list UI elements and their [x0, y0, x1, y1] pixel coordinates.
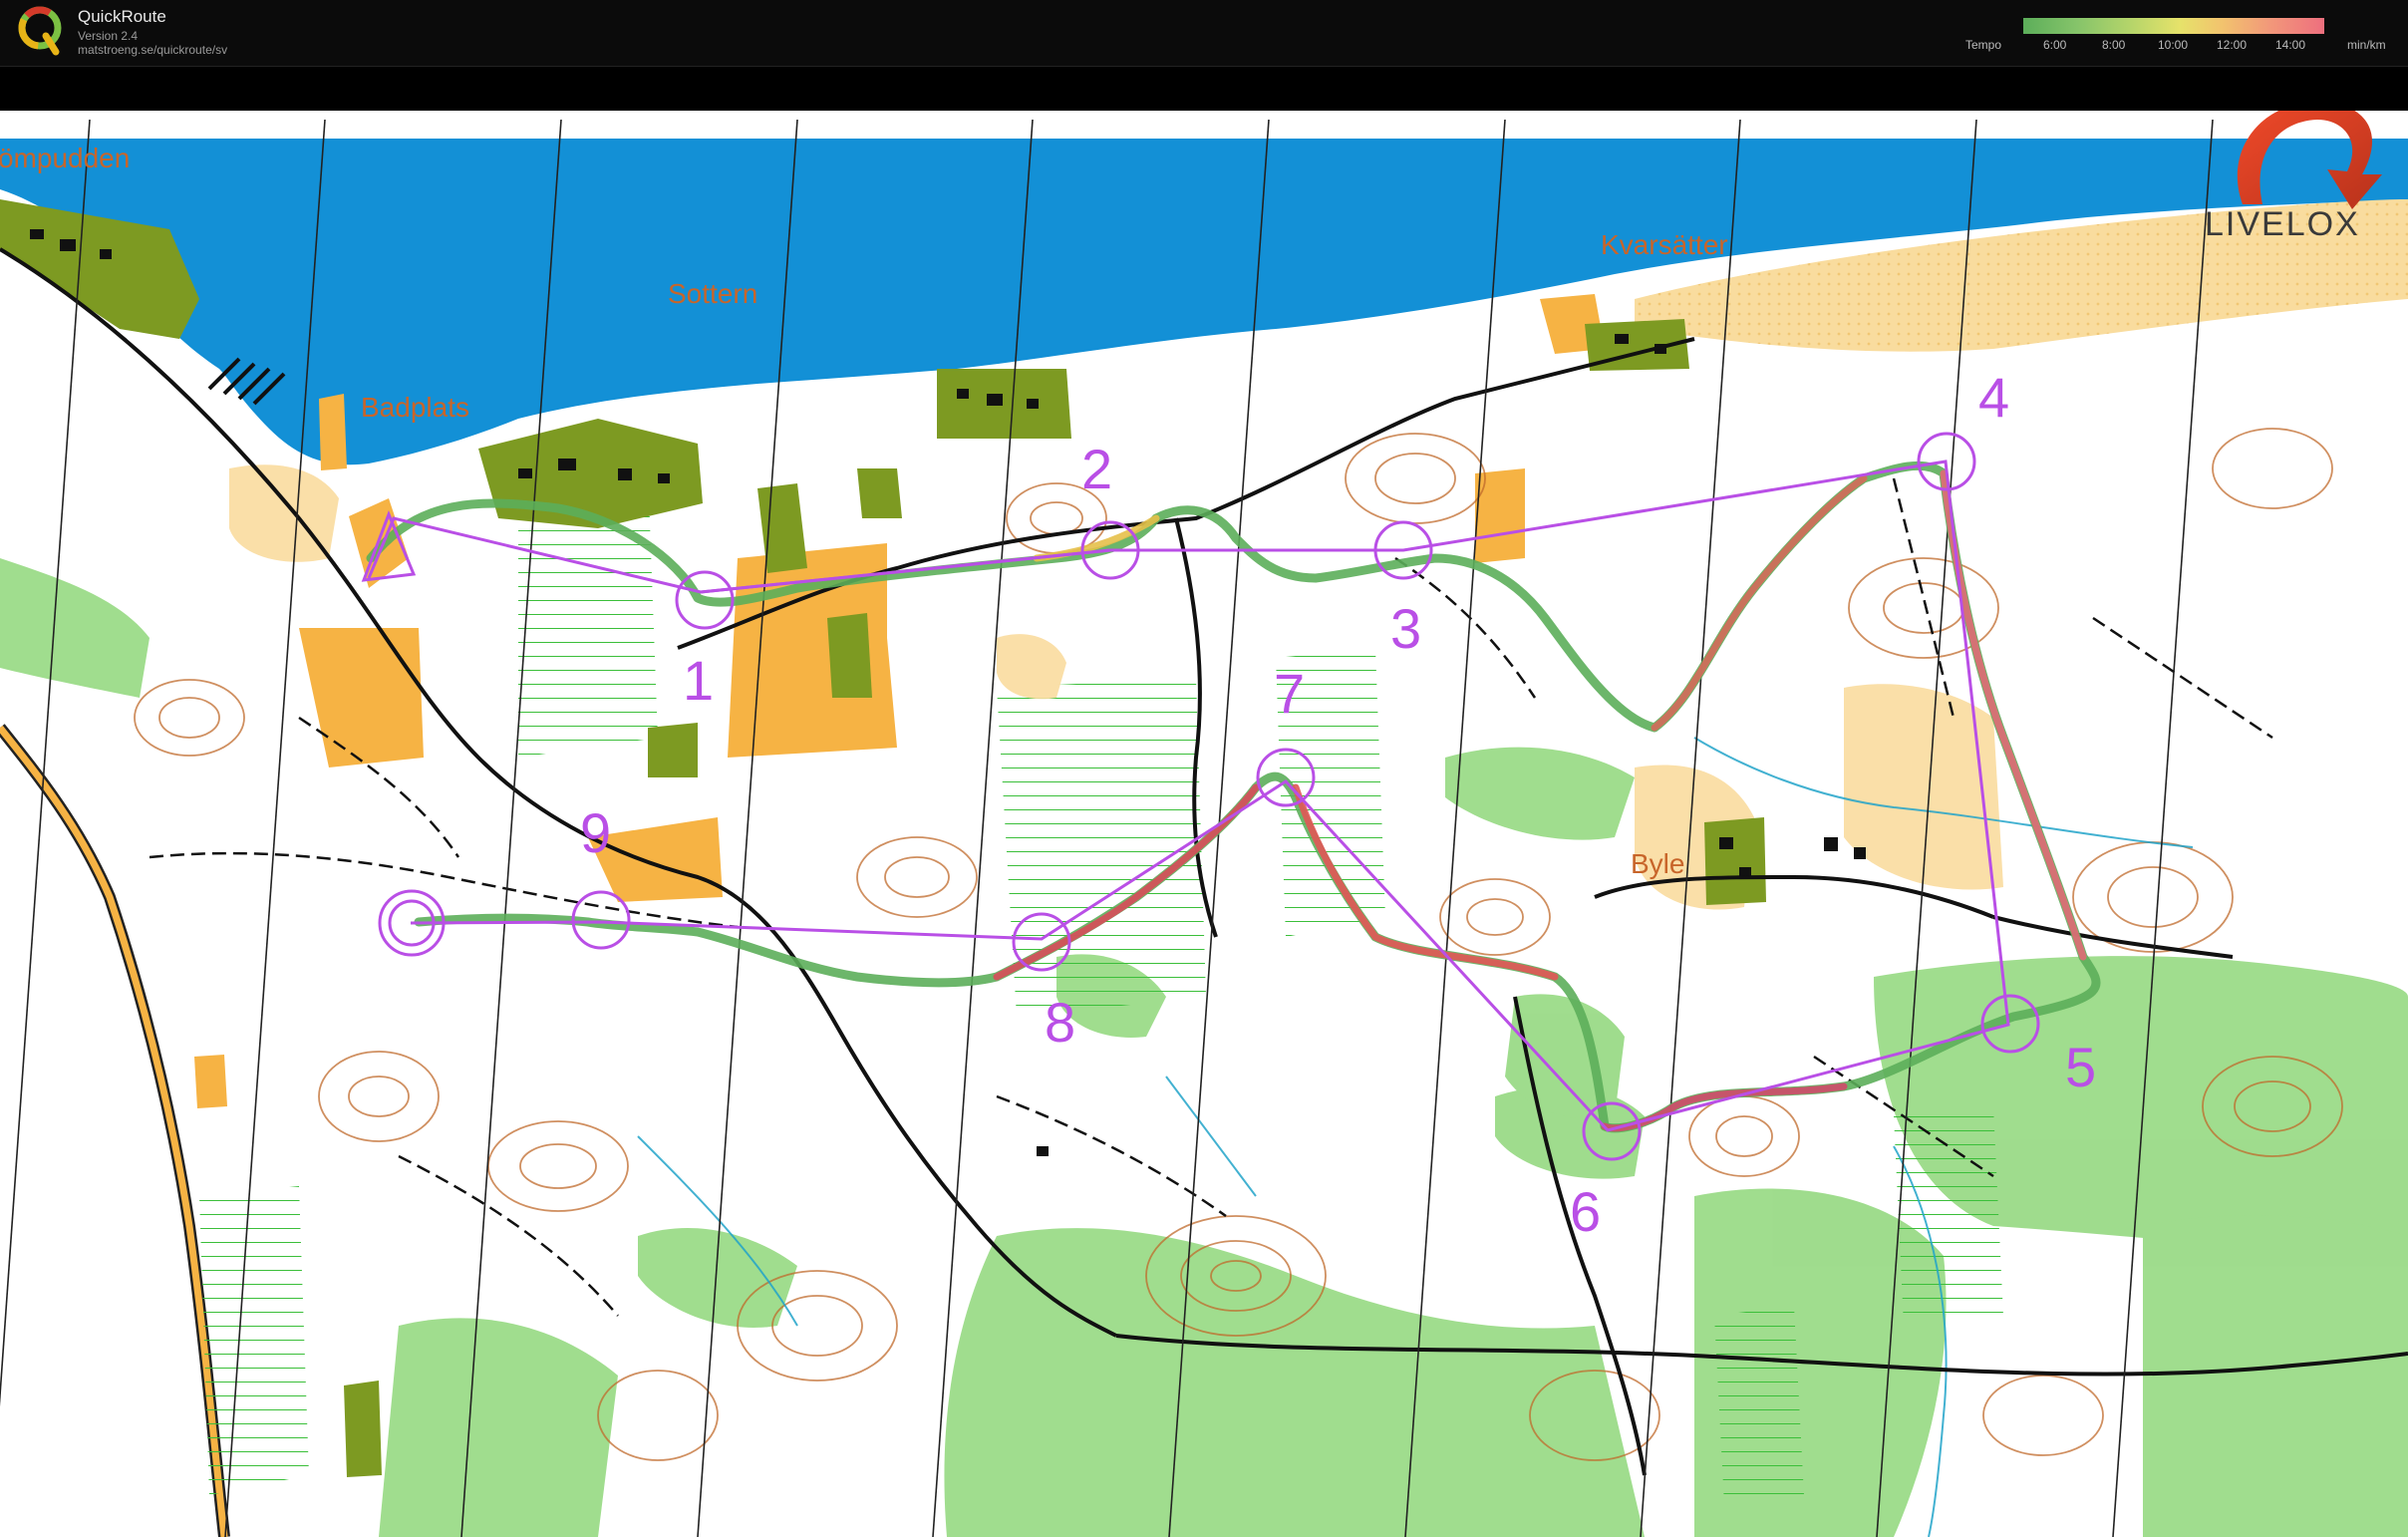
- tempo-tick: 6:00: [2043, 38, 2067, 52]
- app-title: QuickRoute: [78, 7, 166, 26]
- control-number-7: 7: [1274, 662, 1305, 725]
- tempo-color-scale: [2023, 18, 2324, 34]
- control-number-4: 4: [1978, 366, 2009, 429]
- livelox-wordmark: LIVELOX: [2205, 205, 2360, 243]
- tempo-tick: 10:00: [2158, 38, 2189, 52]
- control-number-9: 9: [580, 801, 611, 864]
- app-version: Version 2.4: [78, 29, 139, 43]
- app-header: QuickRoute Version 2.4 matstroeng.se/qui…: [0, 0, 2408, 67]
- control-number-1: 1: [683, 649, 714, 712]
- place-name-byle: Byle: [1631, 848, 1684, 879]
- place-name-badplats: Badplats: [361, 392, 469, 423]
- tempo-tick: 8:00: [2102, 38, 2126, 52]
- control-number-6: 6: [1570, 1180, 1601, 1243]
- place-name-truncated: ömpudden: [0, 143, 130, 173]
- tempo-tick: 12:00: [2217, 38, 2248, 52]
- tempo-unit: min/km: [2347, 38, 2386, 52]
- control-number-2: 2: [1081, 438, 1112, 500]
- app-url[interactable]: matstroeng.se/quickroute/sv: [78, 43, 227, 57]
- control-number-8: 8: [1045, 991, 1075, 1054]
- place-name-kvarsatter: Kvarsätter: [1601, 229, 1728, 260]
- quickroute-logo-icon: [18, 6, 62, 56]
- orienteering-map[interactable]: 1 2 3 4 5 6 7 8 9 Badplats Sottern Kvars…: [0, 111, 2408, 1537]
- place-name-sottern: Sottern: [668, 278, 757, 309]
- toolbar-area: [0, 67, 2408, 111]
- control-number-3: 3: [1390, 597, 1421, 660]
- tempo-label: Tempo: [1965, 38, 2002, 52]
- tempo-tick: 14:00: [2275, 38, 2306, 52]
- control-number-5: 5: [2065, 1036, 2096, 1098]
